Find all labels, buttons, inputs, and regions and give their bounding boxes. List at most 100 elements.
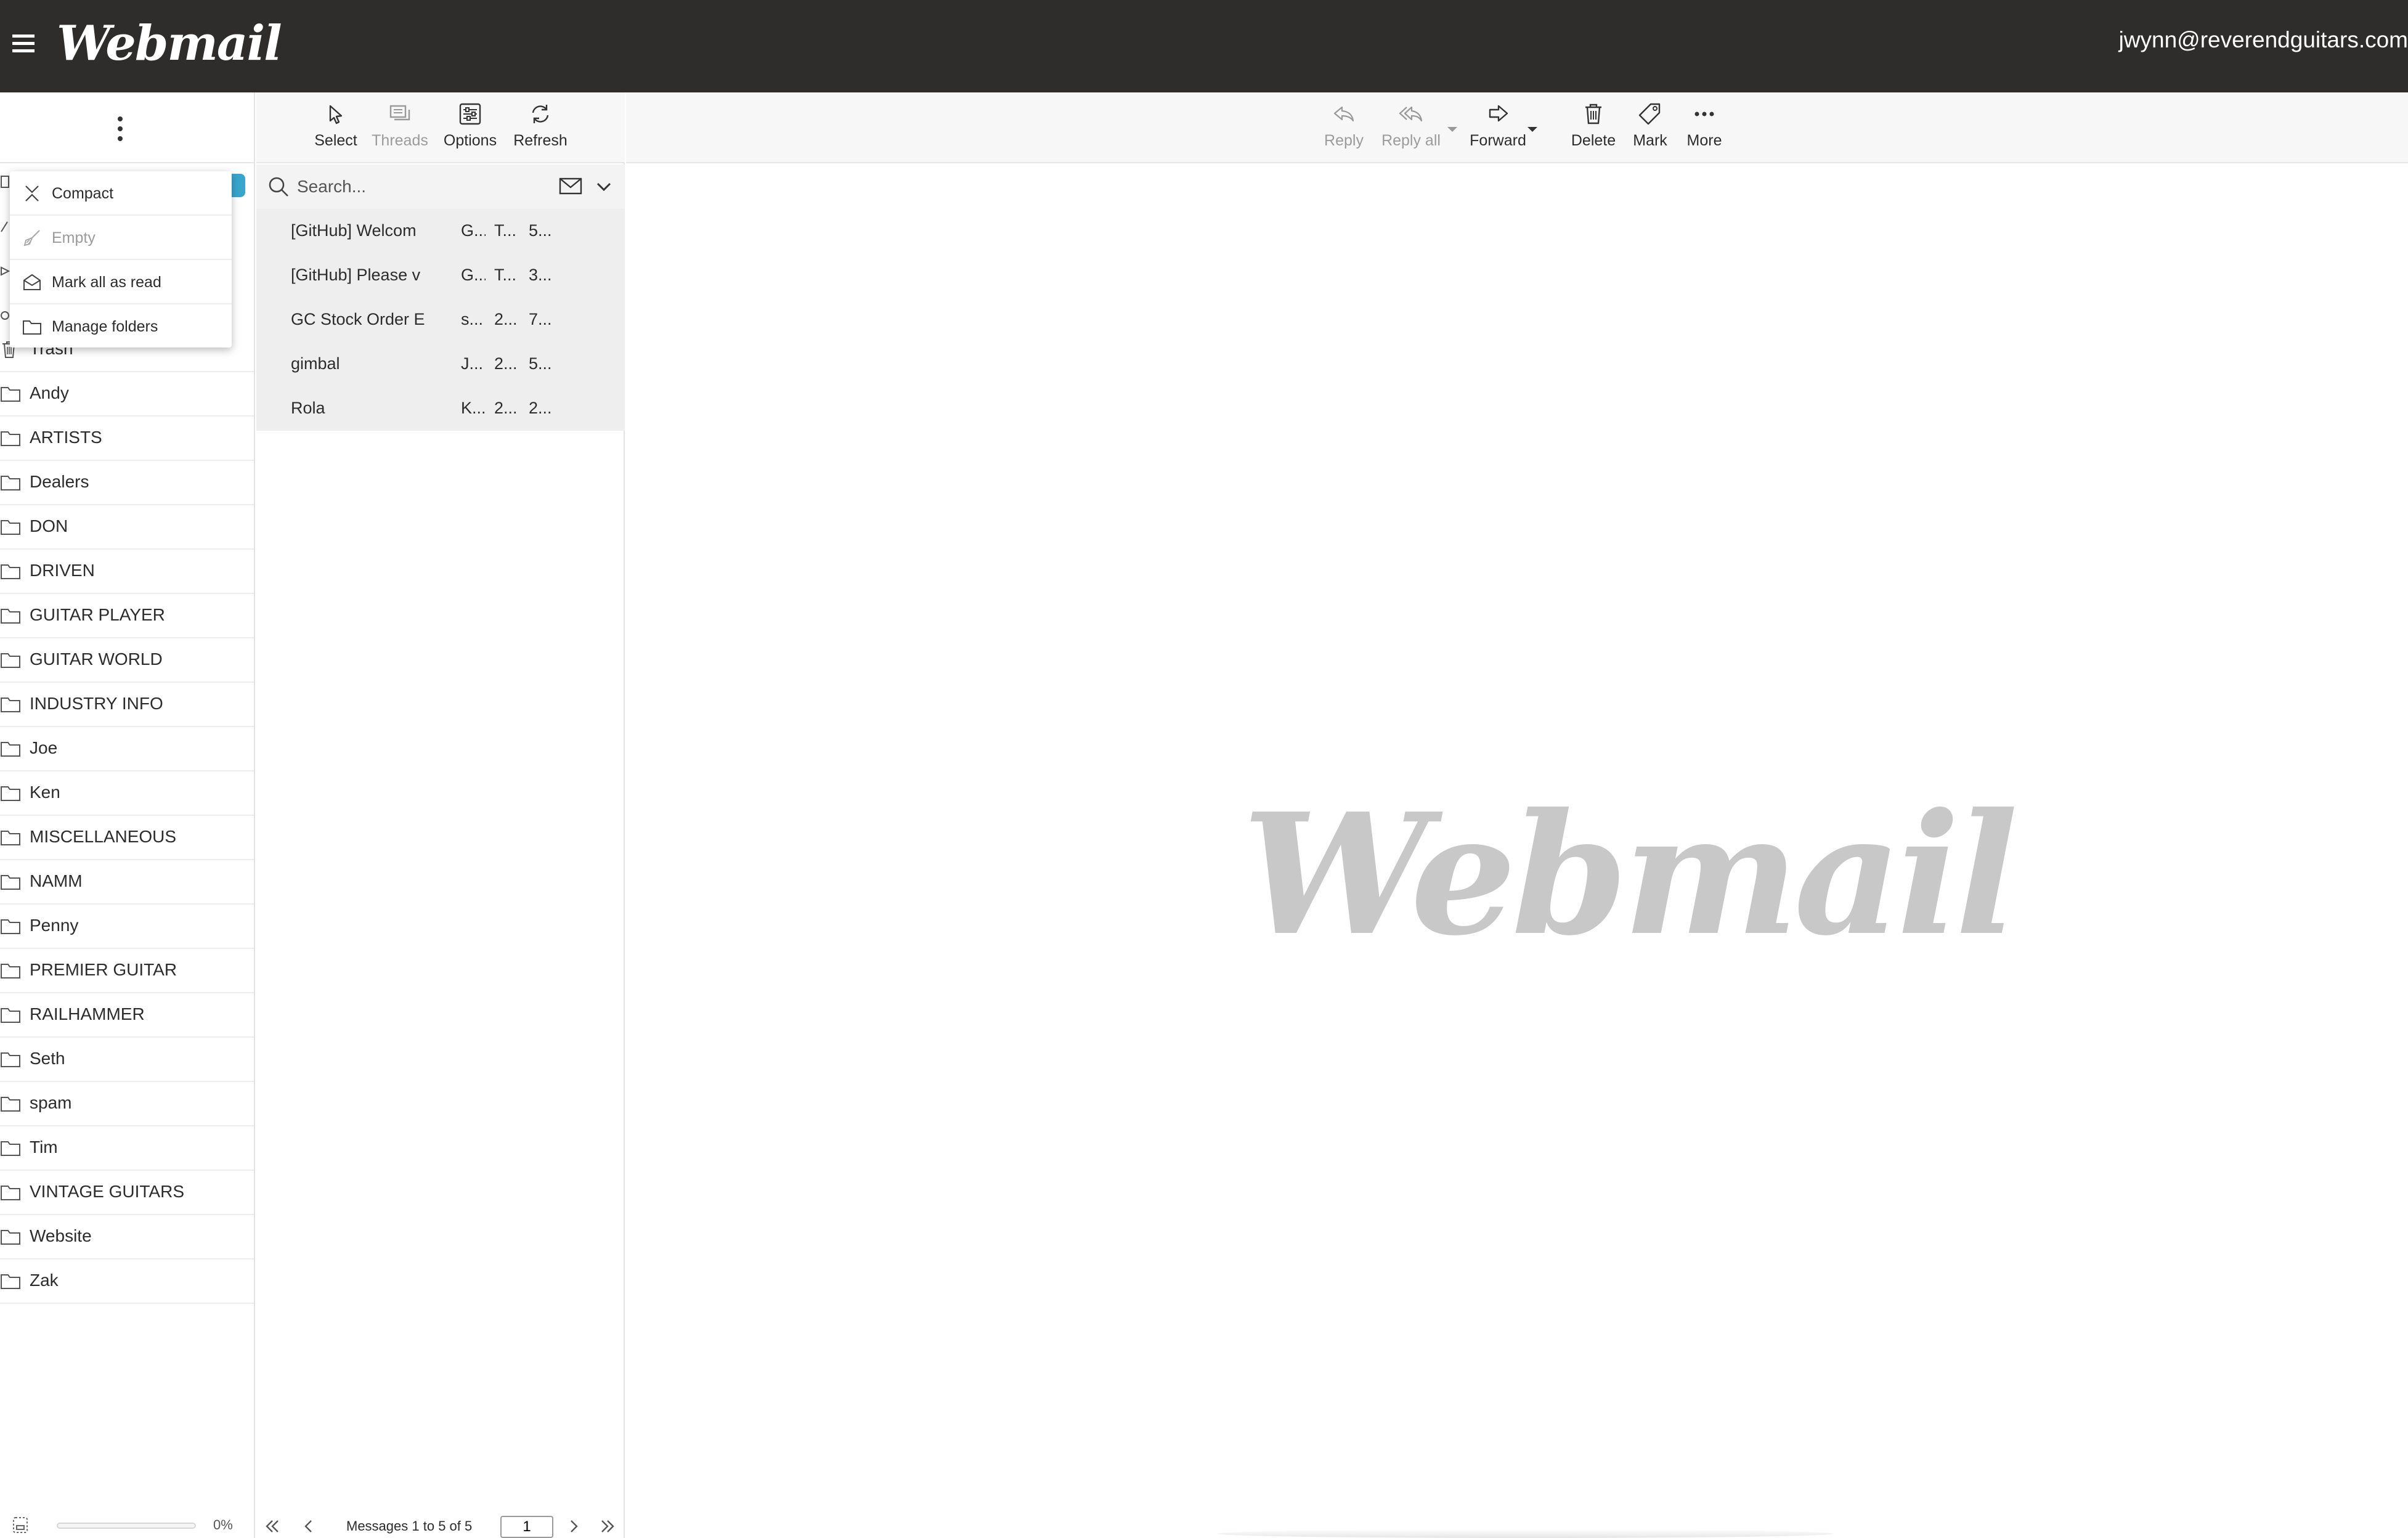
reply-all-button[interactable]: Reply all bbox=[1374, 101, 1448, 158]
folder-item-ken[interactable]: Ken bbox=[0, 771, 254, 816]
message-date: T... bbox=[494, 266, 517, 284]
menu-item-label: Empty bbox=[52, 229, 96, 246]
folder-item-guitar-player[interactable]: GUITAR PLAYER bbox=[0, 594, 254, 638]
search-input[interactable] bbox=[296, 172, 490, 201]
mark-label: Mark bbox=[1633, 132, 1667, 149]
message-size: 3... bbox=[529, 266, 552, 284]
folder-item-driven[interactable]: DRIVEN bbox=[0, 550, 254, 594]
folder-icon bbox=[0, 606, 21, 625]
folder-label: INDUSTRY INFO bbox=[30, 694, 163, 713]
message-row[interactable]: Rola K... 2... 2... bbox=[256, 386, 625, 431]
folder-item-website[interactable]: Website bbox=[0, 1215, 254, 1259]
folder-label: Joe bbox=[30, 738, 58, 757]
folder-item-spam[interactable]: spam bbox=[0, 1082, 254, 1126]
threads-button[interactable]: Threads bbox=[366, 101, 434, 158]
options-button[interactable]: Options bbox=[436, 101, 504, 158]
message-list-pane: Select Threads Options Refresh Search...… bbox=[256, 92, 625, 1538]
folder-label: Penny bbox=[30, 916, 79, 935]
cursor-icon bbox=[323, 101, 349, 127]
quota-icon[interactable] bbox=[11, 1516, 30, 1534]
reply-button[interactable]: Reply bbox=[1316, 101, 1372, 158]
folder-item-artists[interactable]: ARTISTS bbox=[0, 417, 254, 461]
last-page-icon[interactable] bbox=[599, 1517, 617, 1536]
folder-icon bbox=[0, 429, 21, 447]
message-size: 5... bbox=[529, 221, 552, 240]
next-page-icon[interactable] bbox=[564, 1517, 583, 1536]
hamburger-menu-icon[interactable] bbox=[9, 28, 39, 59]
folders-header bbox=[0, 92, 254, 163]
quota-percent: 0% bbox=[213, 1517, 233, 1532]
folder-actions-menu-icon[interactable] bbox=[112, 113, 128, 144]
more-button[interactable]: More bbox=[1680, 101, 1729, 158]
search-options-chevron-down-icon[interactable] bbox=[594, 177, 614, 197]
folder-icon bbox=[0, 695, 21, 714]
mark-button[interactable]: Mark bbox=[1625, 101, 1675, 158]
message-row[interactable]: GC Stock Order E s... 2... 7... bbox=[256, 298, 625, 342]
message-list: [GitHub] Welcom G... T... 5... [GitHub] Plea… bbox=[256, 209, 625, 431]
select-button[interactable]: Select bbox=[302, 101, 370, 158]
folder-label: MISCELLANEOUS bbox=[30, 827, 177, 846]
folder-item-miscellaneous[interactable]: MISCELLANEOUS bbox=[0, 816, 254, 860]
folder-item-zak[interactable]: Zak bbox=[0, 1259, 254, 1304]
message-row[interactable]: gimbal J... 2... 5... bbox=[256, 342, 625, 386]
folder-icon bbox=[0, 473, 21, 492]
folder-item-vintage-guitars[interactable]: VINTAGE GUITARS bbox=[0, 1171, 254, 1215]
first-page-icon[interactable] bbox=[262, 1517, 281, 1536]
list-footer: Messages 1 to 5 of 5 bbox=[256, 1513, 625, 1538]
page-number-input[interactable] bbox=[500, 1516, 553, 1538]
messages-count: Messages 1 to 5 of 5 bbox=[346, 1518, 473, 1534]
forward-dropdown-icon[interactable] bbox=[1526, 124, 1539, 134]
folder-label: Andy bbox=[30, 383, 69, 402]
message-date: 2... bbox=[494, 354, 518, 373]
folder-item-seth[interactable]: Seth bbox=[0, 1038, 254, 1082]
reply-all-dropdown-icon[interactable] bbox=[1446, 124, 1459, 134]
message-subject: [GitHub] Welcom bbox=[291, 221, 417, 240]
folder-item-tim[interactable]: Tim bbox=[0, 1126, 254, 1171]
folder-item-joe[interactable]: Joe bbox=[0, 727, 254, 771]
message-date: T... bbox=[494, 221, 517, 240]
junk-icon[interactable] bbox=[0, 306, 10, 324]
user-email[interactable]: jwynn@reverendguitars.com bbox=[2119, 27, 2408, 53]
reply-icon bbox=[1331, 101, 1357, 127]
message-size: 2... bbox=[529, 399, 552, 417]
folder-label: NAMM bbox=[30, 871, 83, 890]
folder-icon bbox=[0, 1139, 21, 1157]
folder-item-penny[interactable]: Penny bbox=[0, 905, 254, 949]
folder-item-dealers[interactable]: Dealers bbox=[0, 461, 254, 505]
folder-item-guitar-world[interactable]: GUITAR WORLD bbox=[0, 638, 254, 683]
folder-label: spam bbox=[30, 1093, 72, 1112]
menu-item-mark-all-as-read[interactable]: Mark all as read bbox=[10, 260, 232, 304]
folder-item-don[interactable]: DON bbox=[0, 505, 254, 550]
message-row[interactable]: [GitHub] Welcom G... T... 5... bbox=[256, 209, 625, 253]
menu-item-empty[interactable]: Empty bbox=[10, 216, 232, 260]
previous-page-icon[interactable] bbox=[299, 1517, 318, 1536]
message-row[interactable]: [GitHub] Please v G... T... 3... bbox=[256, 253, 625, 298]
message-size: 5... bbox=[529, 354, 552, 373]
folder-icon bbox=[0, 384, 21, 403]
menu-item-manage-folders[interactable]: Manage folders bbox=[10, 304, 232, 349]
folder-icon bbox=[0, 917, 21, 935]
sent-icon[interactable] bbox=[0, 261, 10, 280]
refresh-button[interactable]: Refresh bbox=[506, 101, 574, 158]
inbox-icon[interactable] bbox=[0, 173, 10, 191]
folder-item-industry-info[interactable]: INDUSTRY INFO bbox=[0, 683, 254, 727]
folder-item-namm[interactable]: NAMM bbox=[0, 860, 254, 905]
folder-item-railhammer[interactable]: RAILHAMMER bbox=[0, 993, 254, 1038]
menu-item-label: Compact bbox=[52, 185, 114, 202]
message-from: s... bbox=[461, 310, 484, 328]
webmail-logo[interactable]: Webmail bbox=[57, 10, 282, 78]
menu-item-compact[interactable]: Compact bbox=[10, 171, 232, 216]
drafts-icon[interactable] bbox=[0, 217, 10, 235]
folder-item-premier-guitar[interactable]: PREMIER GUITAR bbox=[0, 949, 254, 993]
delete-button[interactable]: Delete bbox=[1563, 101, 1624, 158]
top-header: Webmail jwynn@reverendguitars.com bbox=[0, 0, 2408, 92]
bottom-shadow bbox=[1218, 1529, 1834, 1538]
envelope-filter-icon[interactable] bbox=[558, 177, 583, 195]
folder-icon bbox=[0, 739, 21, 758]
reply-all-icon bbox=[1398, 101, 1424, 127]
forward-button[interactable]: Forward bbox=[1464, 101, 1532, 158]
folder-item-andy[interactable]: Andy bbox=[0, 372, 254, 417]
message-size: 7... bbox=[529, 310, 552, 328]
search-icon[interactable] bbox=[266, 174, 291, 199]
folder-label: RAILHAMMER bbox=[30, 1004, 145, 1023]
